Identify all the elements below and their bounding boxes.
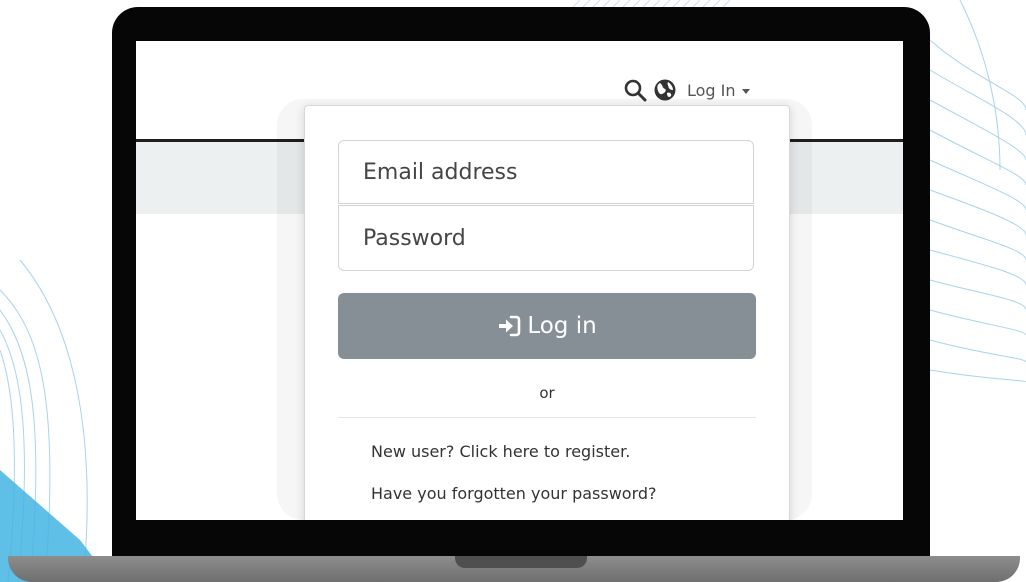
sign-in-icon — [499, 315, 521, 337]
login-dropdown-menu: Log in or New user? Click here to regist… — [304, 105, 790, 520]
navbar-tools: Log In — [623, 75, 750, 105]
forgot-password-link[interactable]: Have you forgotten your password? — [371, 484, 657, 503]
caret-down-icon — [741, 88, 750, 94]
search-icon[interactable] — [623, 78, 647, 102]
register-link[interactable]: New user? Click here to register. — [371, 442, 630, 461]
password-field[interactable] — [338, 205, 754, 271]
email-field[interactable] — [338, 140, 754, 204]
login-submit-label: Log in — [527, 313, 597, 339]
laptop-screen: Log In Log in or New user? Click here to… — [136, 41, 903, 520]
separator-text: or — [539, 384, 555, 402]
login-toggle-label: Log In — [687, 80, 736, 100]
dropdown-divider — [338, 417, 756, 418]
login-submit-button[interactable]: Log in — [338, 293, 756, 359]
globe-icon[interactable] — [653, 78, 677, 102]
laptop-notch — [455, 556, 587, 568]
device-mockup-stage: Log In Log in or New user? Click here to… — [0, 0, 1026, 582]
login-dropdown-toggle[interactable]: Log In — [687, 81, 750, 100]
